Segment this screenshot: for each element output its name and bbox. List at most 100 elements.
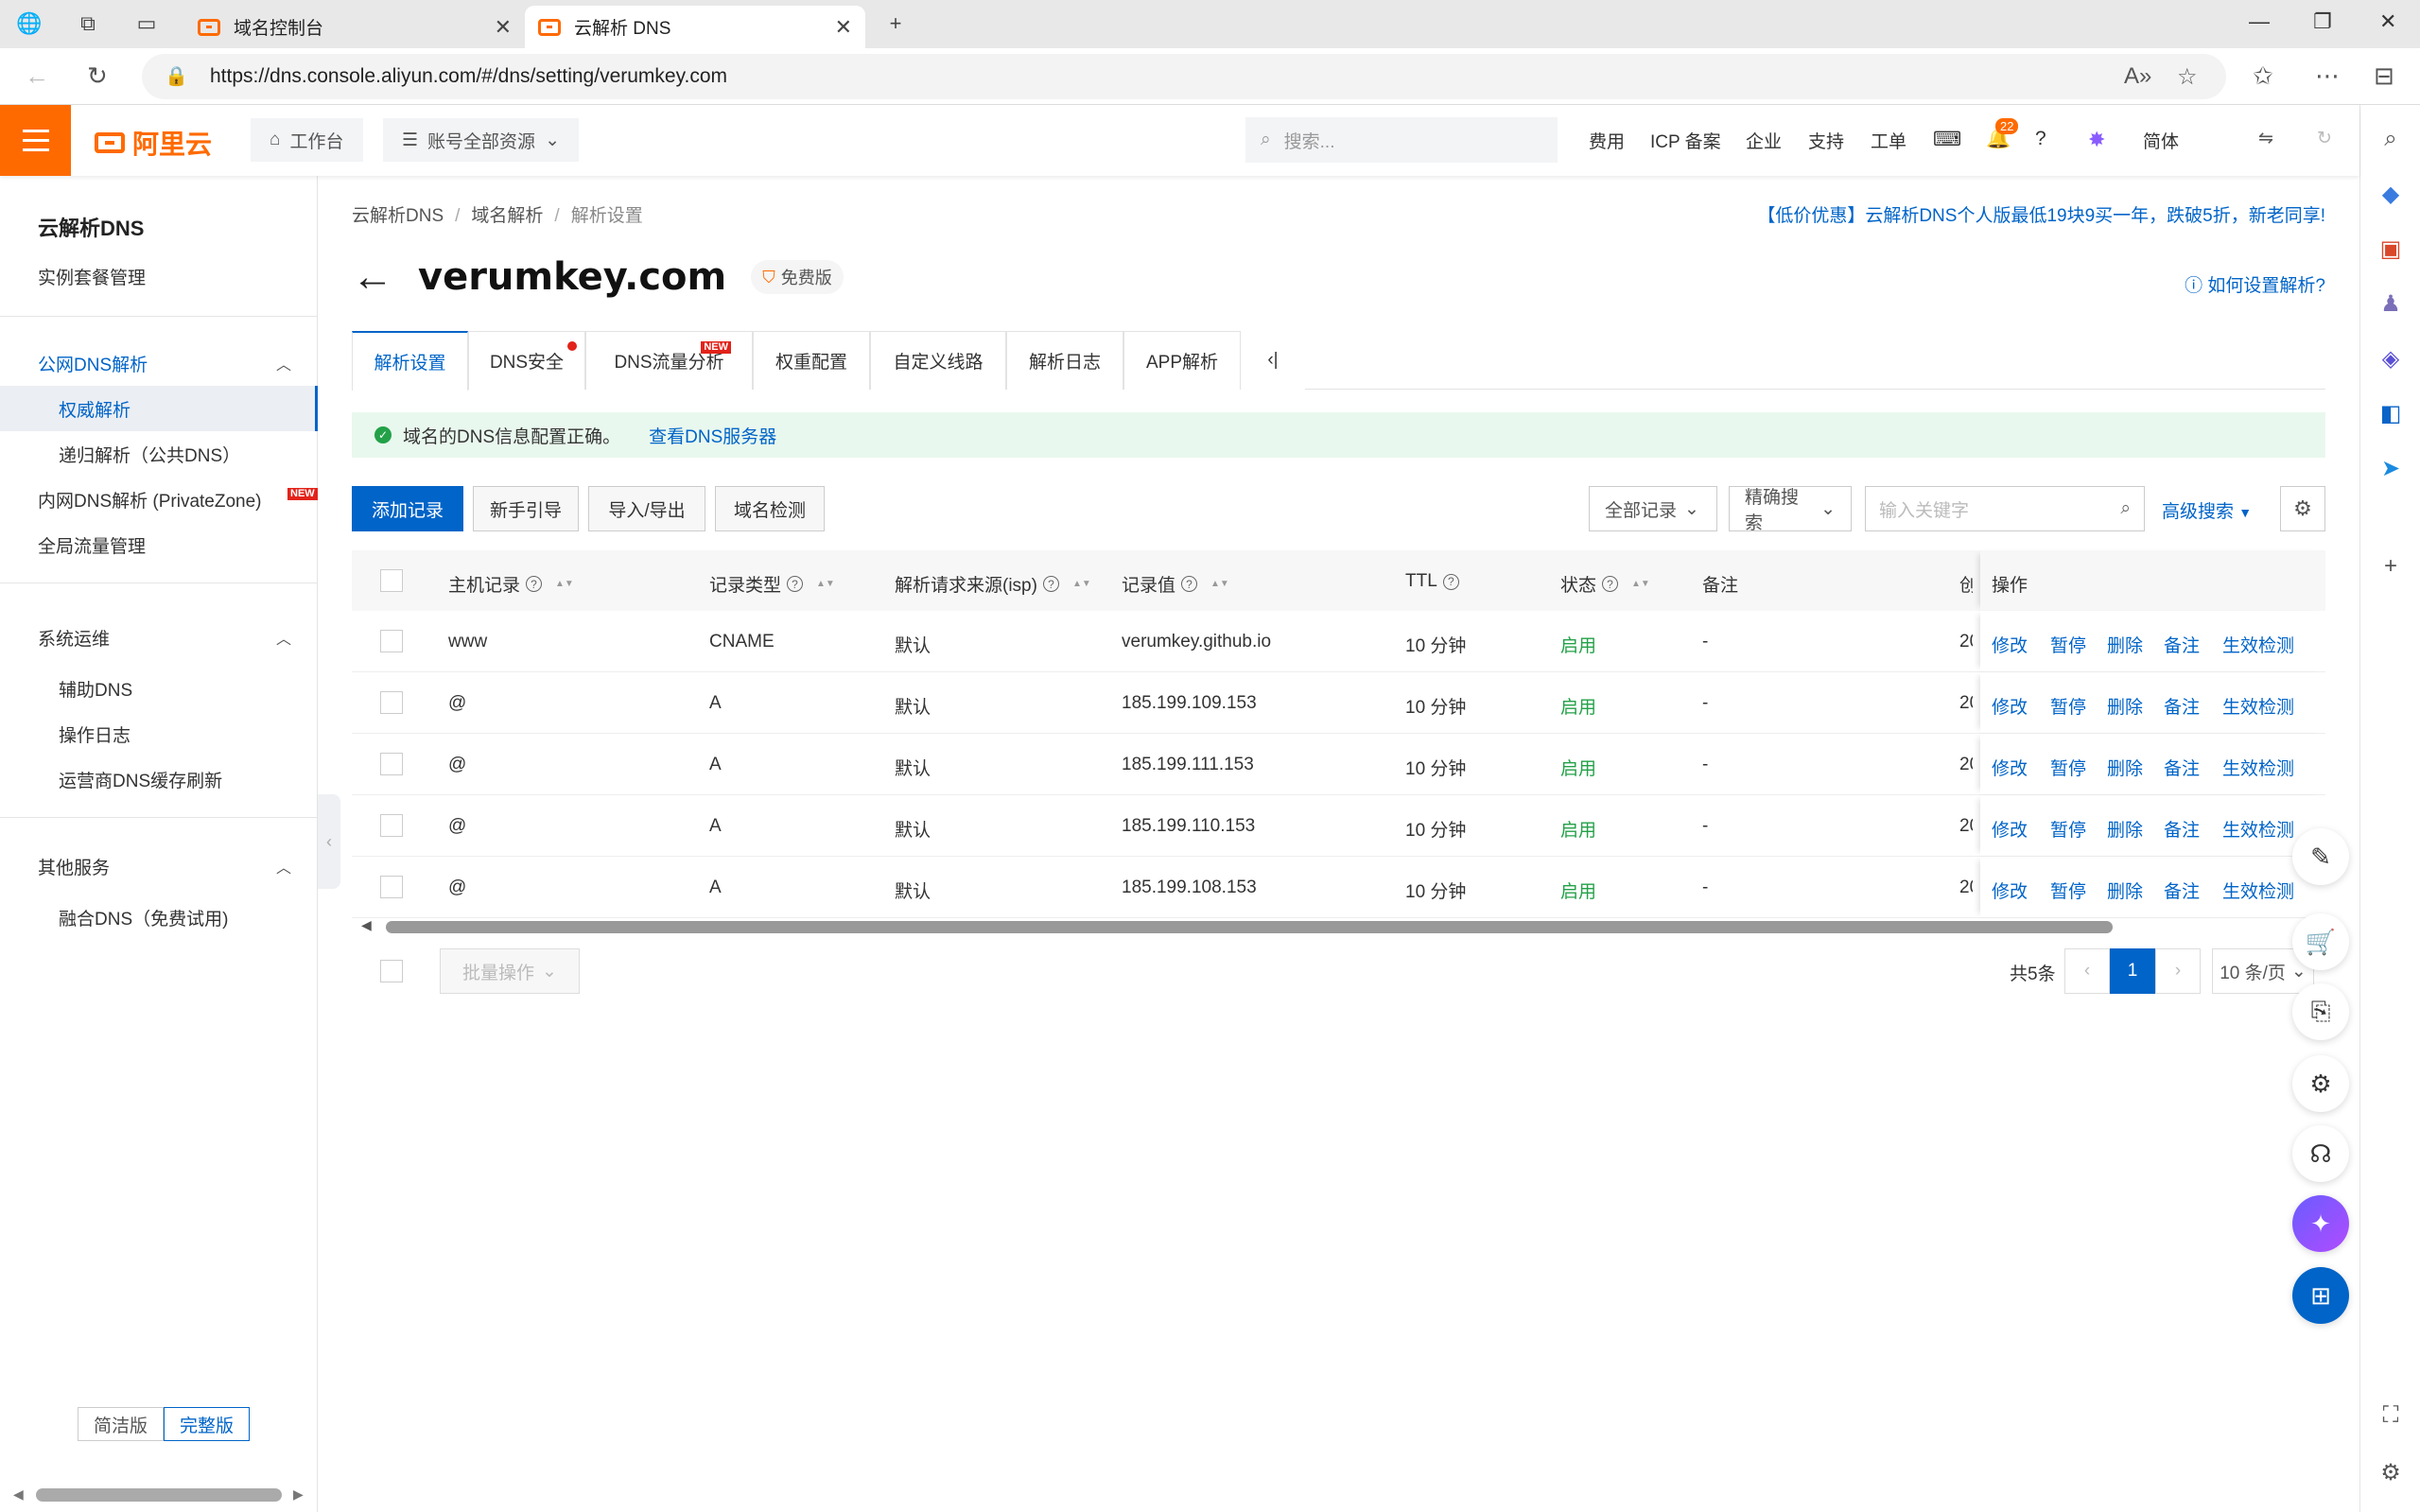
column-settings-button[interactable]: ⚙ [2280, 486, 2325, 531]
ai-assistant-icon[interactable]: ✸ [2088, 128, 2105, 152]
sidebar-item-aux-dns[interactable]: 辅助DNS [0, 666, 318, 711]
sidebar-group-other[interactable]: 其他服务 ︿ [0, 843, 318, 889]
pause-action-link[interactable]: 暂停 [2050, 632, 2086, 657]
profile-avatar-icon[interactable]: 🌐 [13, 8, 45, 40]
nav-link-support[interactable]: 支持 [1808, 128, 1844, 153]
table-scrollbar[interactable] [386, 921, 2113, 933]
sidebar-item-fusion-dns[interactable]: 融合DNS（免费试用) [0, 895, 318, 940]
minimize-icon[interactable]: — [2249, 9, 2270, 34]
verify-action-link[interactable]: 生效检测 [2222, 632, 2294, 657]
edit-float-button[interactable]: ✎ [2292, 828, 2349, 885]
verify-action-link[interactable]: 生效检测 [2222, 878, 2294, 903]
delete-action-link[interactable]: 删除 [2107, 755, 2143, 780]
help-icon[interactable]: ? [2035, 128, 2046, 150]
help-icon[interactable]: ? [1042, 576, 1059, 592]
keyword-search-input[interactable]: 输入关键字 ⌕ [1865, 486, 2145, 531]
batch-operation-button[interactable]: 批量操作 ⌄ [440, 948, 580, 994]
simple-mode-button[interactable]: 简洁版 [78, 1407, 165, 1441]
sort-icon[interactable]: ▲▼ [1631, 579, 1650, 588]
toolbox-icon[interactable]: ▣ [2376, 234, 2406, 264]
restore-icon[interactable]: ❐ [2313, 9, 2332, 34]
search-icon[interactable]: ⌕ [2120, 498, 2131, 519]
remark-action-link[interactable]: 备注 [2164, 693, 2200, 719]
delete-action-link[interactable]: 删除 [2107, 816, 2143, 842]
advanced-search-link[interactable]: 高级搜索 ▼ [2162, 497, 2252, 523]
row-checkbox[interactable] [380, 814, 403, 837]
resources-dropdown[interactable]: ☰ 账号全部资源 ⌄ [383, 118, 579, 162]
cart-float-button[interactable]: 🛒 [2292, 913, 2349, 970]
domain-check-button[interactable]: 域名检测 [715, 486, 825, 531]
footer-select-all-checkbox[interactable] [380, 960, 403, 982]
nav-link-billing[interactable]: 费用 [1589, 128, 1625, 153]
view-dns-servers-link[interactable]: 查看DNS服务器 [649, 423, 776, 448]
sidebar-group-ops[interactable]: 系统运维 ︿ [0, 615, 318, 660]
page-1-button[interactable]: 1 [2110, 948, 2155, 994]
settings-icon[interactable]: ⚙ [2376, 1457, 2406, 1487]
favorites-icon[interactable]: ✩ [2253, 61, 2273, 91]
full-mode-button[interactable]: 完整版 [164, 1407, 251, 1441]
pause-action-link[interactable]: 暂停 [2050, 878, 2086, 903]
browser-tab-domain-console[interactable]: 域名控制台 ✕ [184, 6, 525, 48]
breadcrumb-item[interactable]: 云解析DNS [352, 206, 444, 226]
column-status[interactable]: 状态? ▲▼ [1560, 571, 1650, 597]
edit-action-link[interactable]: 修改 [1992, 878, 2028, 903]
sidebar-item-isp-refresh[interactable]: 运营商DNS缓存刷新 [0, 756, 318, 802]
tab-dns-security[interactable]: DNS安全 [468, 331, 585, 390]
sidebar-item-instance[interactable]: 实例套餐管理 [0, 253, 318, 299]
help-icon[interactable]: ? [1602, 576, 1619, 592]
nav-link-ticket[interactable]: 工单 [1871, 128, 1906, 153]
remark-action-link[interactable]: 备注 [2164, 878, 2200, 903]
edit-action-link[interactable]: 修改 [1992, 632, 2028, 657]
scroll-left-icon[interactable]: ◀ [13, 1486, 24, 1503]
apps-float-button[interactable]: ⊞ [2292, 1267, 2349, 1324]
remark-action-link[interactable]: 备注 [2164, 755, 2200, 780]
howto-link[interactable]: ⓘ 如何设置解析? [2185, 271, 2325, 297]
browser-tab-cloud-dns[interactable]: 云解析 DNS ✕ [525, 6, 865, 48]
next-page-button[interactable]: › [2155, 948, 2201, 994]
sidebar-scrollbar[interactable] [36, 1488, 282, 1502]
copilot-icon[interactable]: ◈ [2376, 343, 2406, 374]
pause-action-link[interactable]: 暂停 [2050, 755, 2086, 780]
sidebar-item-oplog[interactable]: 操作日志 [0, 711, 318, 756]
close-tab-icon[interactable]: ✕ [835, 15, 852, 40]
sort-icon[interactable]: ▲▼ [816, 579, 835, 588]
refresh-icon[interactable]: ↻ [2317, 128, 2332, 149]
tag-icon[interactable]: ◆ [2376, 179, 2406, 209]
add-record-button[interactable]: 添加记录 [352, 486, 463, 531]
delete-action-link[interactable]: 删除 [2107, 693, 2143, 719]
nav-link-icp[interactable]: ICP 备案 [1650, 128, 1721, 153]
promo-link[interactable]: 【低价优惠】云解析DNS个人版最低19块9买一年，跌破5折，新老同享! [1757, 201, 2325, 227]
column-type[interactable]: 记录类型? ▲▼ [709, 571, 835, 597]
send-icon[interactable]: ➤ [2376, 453, 2406, 483]
games-icon[interactable]: ♟ [2376, 288, 2406, 319]
sidebar-item-gtm[interactable]: 全局流量管理 [0, 522, 318, 567]
terminal-icon[interactable]: ⌨ [1933, 128, 1961, 151]
back-icon[interactable]: ← [25, 61, 49, 91]
sort-icon[interactable]: ▲▼ [555, 579, 574, 588]
help-icon[interactable]: ? [1442, 573, 1459, 590]
read-aloud-icon[interactable]: A» [2124, 63, 2151, 90]
help-icon[interactable]: ? [1181, 576, 1198, 592]
settings-float-button[interactable]: ⚙ [2292, 1055, 2349, 1112]
prev-page-button[interactable]: ‹ [2064, 948, 2110, 994]
tab-dns-traffic[interactable]: DNS流量分析 NEW [585, 331, 753, 390]
record-filter-select[interactable]: 全部记录 ⌄ [1589, 486, 1717, 531]
tab-resolve-log[interactable]: 解析日志 [1006, 331, 1123, 390]
sidebar-group-public-dns[interactable]: 公网DNS解析 ︿ [0, 340, 318, 386]
pause-action-link[interactable]: 暂停 [2050, 816, 2086, 842]
column-value[interactable]: 记录值? ▲▼ [1122, 571, 1229, 597]
delete-action-link[interactable]: 删除 [2107, 632, 2143, 657]
remark-action-link[interactable]: 备注 [2164, 632, 2200, 657]
tab-actions-icon[interactable]: ▭ [131, 8, 163, 40]
import-export-button[interactable]: 导入/导出 [588, 486, 705, 531]
edit-action-link[interactable]: 修改 [1992, 755, 2028, 780]
tab-weight[interactable]: 权重配置 [753, 331, 870, 390]
column-isp[interactable]: 解析请求来源(isp)? ▲▼ [895, 571, 1091, 597]
close-tab-icon[interactable]: ✕ [495, 15, 512, 40]
verify-action-link[interactable]: 生效检测 [2222, 816, 2294, 842]
screenshot-icon[interactable]: ⛶ [2376, 1400, 2406, 1431]
search-mode-select[interactable]: 精确搜索 ⌄ [1729, 486, 1852, 533]
close-window-icon[interactable]: ✕ [2379, 9, 2396, 34]
verify-action-link[interactable]: 生效检测 [2222, 693, 2294, 719]
reload-icon[interactable]: ↻ [87, 61, 108, 91]
